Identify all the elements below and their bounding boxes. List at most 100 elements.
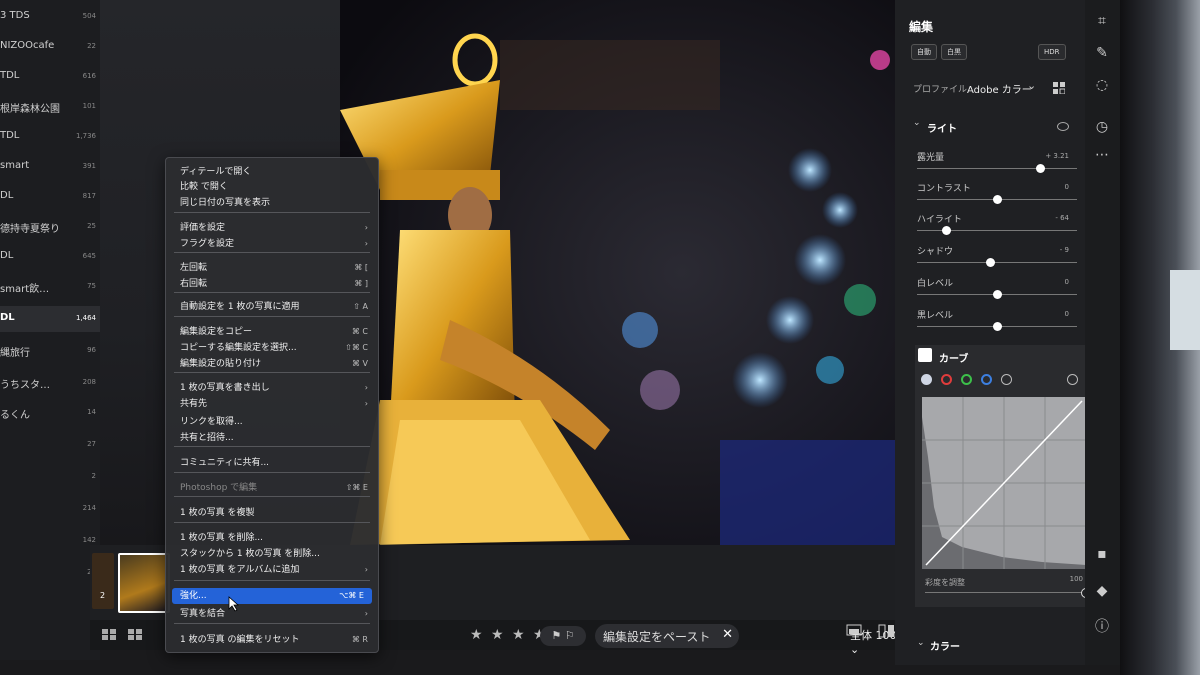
chevron-down-icon[interactable]: ⌄ [1027,79,1036,92]
history-icon[interactable]: ◷ [1093,118,1111,136]
chevron-down-icon[interactable]: ⌄ [913,118,921,128]
menu-item[interactable]: 1 枚の写真 を複製 [180,505,368,521]
menu-item[interactable]: 同じ日付の写真を表示 [180,195,368,211]
slider-knob[interactable] [941,226,951,235]
slider-track[interactable] [917,168,1077,169]
album-item[interactable]: 3 TDS 504 [0,4,100,30]
filmstrip-thumb[interactable] [92,553,114,609]
slider-knob[interactable] [993,195,1002,204]
album-item[interactable]: DL 817 [0,184,100,210]
hdr-button[interactable]: HDR [1038,44,1066,60]
eye-icon[interactable] [1057,122,1069,131]
menu-item[interactable]: 1 枚の写真 の編集をリセット ⌘ R [180,632,368,648]
chevron-down-icon[interactable]: ⌄ [917,638,925,648]
slider-value[interactable]: 0 [1065,278,1069,286]
blue-channel-button[interactable] [981,374,992,385]
menu-item[interactable]: 共有と招待... [180,430,368,446]
menu-item[interactable]: 編集設定をコピー ⌘ C [180,324,368,340]
album-item[interactable]: 142 [0,528,100,554]
slider-knob[interactable] [993,290,1002,299]
menu-item[interactable]: 比較 で開く [180,179,368,195]
slider-value[interactable]: + 3.21 [1045,152,1069,160]
menu-item[interactable]: 右回転 ⌘ ] [180,276,368,292]
album-item[interactable]: るくん 14 [0,400,100,426]
curve-title[interactable]: カーブ [939,350,968,365]
slider-value[interactable]: - 9 [1060,246,1069,254]
album-item[interactable]: DL 645 [0,244,100,270]
slider-knob[interactable] [985,258,995,267]
paste-settings-button[interactable]: 編集設定をペースト ✕ [595,624,739,648]
album-item[interactable]: 214 [0,496,100,522]
album-name: るくん [0,410,30,421]
menu-item[interactable]: 1 枚の写真 をアルバムに追加 › [180,562,368,578]
album-item[interactable]: うちスタ… 208 [0,370,100,396]
album-item[interactable]: 德持寺夏祭り 25 [0,214,100,240]
album-item[interactable]: DL 1,464 [0,306,100,332]
rating-stars[interactable]: ★ ★ ★ ★ [470,627,548,643]
auto-button[interactable]: 自動 [911,44,937,60]
menu-item[interactable]: フラグを設定 › [180,236,368,252]
filmstrip-thumb-selected[interactable] [118,553,170,613]
split-view-icon[interactable] [878,624,896,638]
rgb-channel-button[interactable] [921,374,932,385]
menu-item[interactable]: 写真を結合 › [180,606,368,622]
profile-select[interactable]: Adobe カラー [967,81,1032,96]
album-item[interactable]: smart飲… 75 [0,274,100,300]
album-item[interactable]: TDL 616 [0,64,100,90]
slider-knob[interactable] [1036,164,1046,173]
slider-track[interactable] [917,262,1077,263]
saturation-value: 100 [1069,575,1083,583]
square-grid-view-icon[interactable] [102,629,116,640]
close-icon[interactable]: ✕ [722,627,733,642]
album-item[interactable]: 縄旅行 96 [0,338,100,364]
color-section-title[interactable]: カラー [930,638,960,653]
profile-browser-icon[interactable] [1053,82,1065,94]
album-item[interactable]: 26 [0,560,100,586]
compare-icon[interactable] [846,624,864,638]
menu-item[interactable]: 編集設定の貼り付け ⌘ V [180,356,368,372]
parametric-curve-icon[interactable] [1001,374,1012,385]
more-icon[interactable]: ⋯ [1093,146,1111,164]
target-adjust-icon[interactable] [1067,374,1078,385]
healing-icon[interactable]: ✎ [1093,44,1111,62]
comment-icon[interactable]: ▪ [1093,545,1111,563]
flag-toggle[interactable]: ⚑ ⚐ [540,626,586,646]
menu-item[interactable]: 共有先 › [180,396,368,412]
tag-icon[interactable]: ◆ [1093,582,1111,600]
tone-curve-graph[interactable] [922,397,1086,569]
album-item[interactable]: 0 [0,626,100,652]
album-item[interactable]: NIZOOcafe 22 [0,34,100,60]
menu-item[interactable]: コピーする編集設定を選択... ⇧⌘ C [180,340,368,356]
menu-item[interactable]: リンクを取得... [180,414,368,430]
menu-item[interactable]: 自動設定を 1 枚の写真に適用 ⇧ A [180,299,368,315]
light-section-title[interactable]: ライト [927,120,957,135]
bw-button[interactable]: 白黒 [941,44,967,60]
info-icon[interactable]: ⓘ [1093,618,1111,636]
album-item[interactable]: 根岸森林公園 101 [0,94,100,120]
album-item[interactable]: 27 [0,432,100,458]
menu-separator [174,252,370,253]
menu-item[interactable]: コミュニティに共有... [180,455,368,471]
album-item[interactable]: 2 [0,464,100,490]
red-channel-button[interactable] [941,374,952,385]
slider-value[interactable]: - 64 [1055,214,1069,222]
menu-item[interactable]: 1 枚の写真 を削除... [180,530,368,546]
green-channel-button[interactable] [961,374,972,385]
album-item[interactable]: smart 391 [0,154,100,180]
menu-item-label: スタックから 1 枚の写真 を削除... [180,549,320,559]
slider-value[interactable]: 0 [1065,183,1069,191]
menu-item[interactable]: ディテールで開く [180,164,368,180]
grid-view-icon[interactable] [128,629,142,640]
slider-knob[interactable] [993,322,1002,331]
menu-item[interactable]: 左回転 ⌘ [ [180,260,368,276]
menu-item[interactable]: 評価を設定 › [180,220,368,236]
mask-icon[interactable]: ◌ [1093,76,1111,94]
album-item[interactable]: 6 [0,592,100,618]
crop-icon[interactable]: ⌗ [1093,12,1111,30]
menu-item[interactable]: スタックから 1 枚の写真 を削除... [180,546,368,562]
album-item[interactable]: TDL 1,736 [0,124,100,150]
menu-item[interactable]: 1 枚の写真を書き出し › [180,380,368,396]
slider-value[interactable]: 0 [1065,310,1069,318]
saturation-track[interactable] [925,592,1085,593]
menu-item[interactable]: 強化... ⌥⌘ E [172,588,372,604]
